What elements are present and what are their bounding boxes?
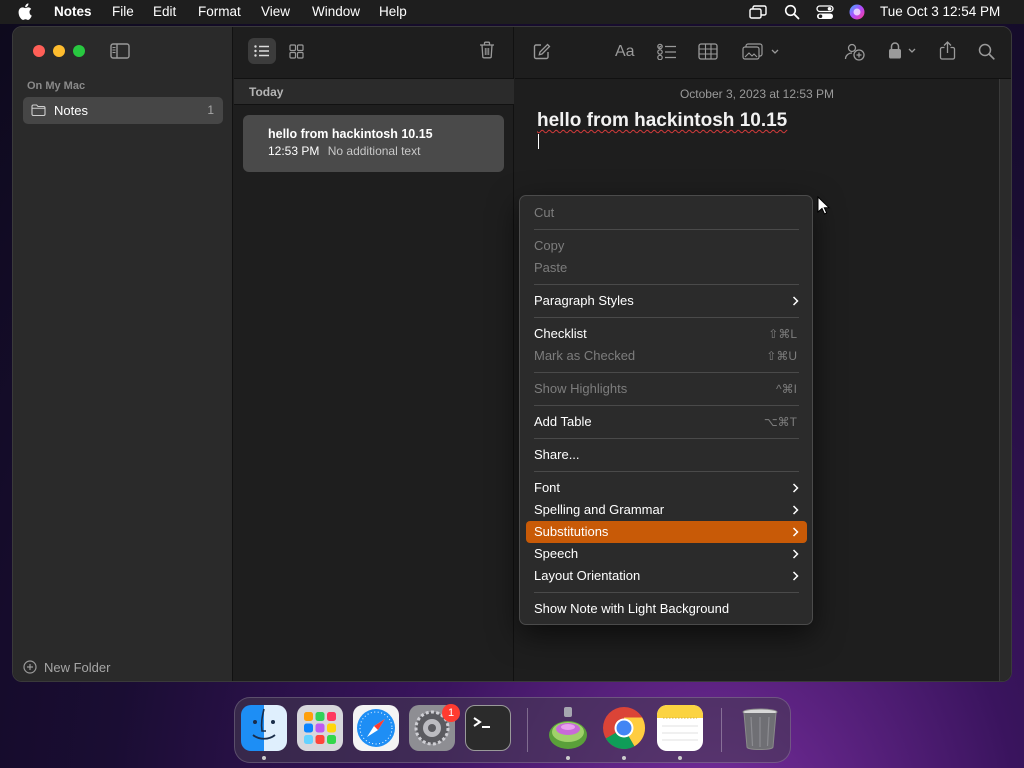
mouse-pointer-icon: [817, 196, 831, 216]
list-view-button[interactable]: [248, 38, 276, 64]
running-indicator: [622, 756, 626, 760]
dock-divider: [527, 708, 528, 752]
menu-item-add-table[interactable]: Add Table ⌥⌘T: [526, 411, 807, 433]
plus-circle-icon: [23, 660, 37, 674]
chevron-right-icon: [792, 477, 799, 499]
menu-item-light-background[interactable]: Show Note with Light Background: [526, 598, 807, 620]
search-icon[interactable]: [978, 43, 995, 60]
safari-icon[interactable]: [353, 705, 399, 751]
menu-bar: Notes File Edit Format View Window Help …: [0, 0, 1024, 24]
menu-format[interactable]: Format: [198, 4, 241, 20]
control-center-icon[interactable]: [816, 5, 834, 20]
menu-item-substitutions[interactable]: Substitutions: [526, 521, 807, 543]
collaborate-icon[interactable]: [844, 42, 866, 61]
menu-item-share[interactable]: Share...: [526, 444, 807, 466]
menu-view[interactable]: View: [261, 4, 290, 20]
editor-scrollbar[interactable]: [999, 79, 1011, 681]
menu-item-copy[interactable]: Copy: [526, 235, 807, 257]
checklist-icon[interactable]: [657, 43, 677, 60]
disk-utility-icon[interactable]: [545, 705, 591, 751]
launchpad-icon[interactable]: [297, 705, 343, 751]
format-text-icon[interactable]: Aa: [615, 43, 635, 61]
chrome-icon[interactable]: [601, 705, 647, 751]
note-group-label: Today: [249, 85, 284, 99]
notes-window: On My Mac Notes 1 New Folder Today hello…: [12, 26, 1012, 682]
sidebar-toggle-icon[interactable]: [110, 43, 130, 59]
table-icon[interactable]: [698, 43, 718, 60]
menu-app-name[interactable]: Notes: [54, 4, 92, 20]
menu-item-mark-as-checked[interactable]: Mark as Checked ⇧⌘U: [526, 345, 807, 367]
media-insert-icon[interactable]: [742, 43, 782, 60]
context-menu: Cut Copy Paste Paragraph Styles Checklis…: [519, 195, 813, 625]
menu-item-cut[interactable]: Cut: [526, 202, 807, 224]
sidebar-item-notes[interactable]: Notes 1: [23, 97, 223, 124]
siri-icon[interactable]: [849, 4, 865, 20]
shortcut-label: ⇧⌘L: [768, 327, 797, 341]
screen-mirroring-icon[interactable]: [749, 5, 767, 19]
minimize-button[interactable]: [53, 45, 65, 57]
menu-item-layout-orientation[interactable]: Layout Orientation: [526, 565, 807, 587]
folder-note-count: 1: [207, 103, 214, 117]
menu-item-paragraph-styles[interactable]: Paragraph Styles: [526, 290, 807, 312]
apple-menu-icon[interactable]: [18, 3, 32, 20]
finder-icon[interactable]: [241, 705, 287, 751]
lock-note-icon[interactable]: [887, 41, 921, 60]
note-item-time: 12:53 PM: [268, 144, 320, 158]
folder-icon: [31, 104, 46, 116]
dock: 1: [234, 697, 791, 763]
text-cursor: [538, 134, 539, 149]
chevron-right-icon: [792, 521, 799, 543]
running-indicator: [566, 756, 570, 760]
new-folder-button[interactable]: New Folder: [23, 657, 110, 677]
note-list-item[interactable]: hello from hackintosh 10.15 12:53 PM No …: [243, 115, 504, 172]
menu-item-paste[interactable]: Paste: [526, 257, 807, 279]
chevron-right-icon: [792, 565, 799, 587]
running-indicator: [262, 756, 266, 760]
sidebar-item-label: Notes: [54, 103, 88, 118]
note-list-pane: Today hello from hackintosh 10.15 12:53 …: [234, 27, 514, 681]
menu-help[interactable]: Help: [379, 4, 407, 20]
compose-note-icon[interactable]: [533, 43, 551, 60]
menu-window[interactable]: Window: [312, 4, 360, 20]
menu-item-spelling-grammar[interactable]: Spelling and Grammar: [526, 499, 807, 521]
menu-item-speech[interactable]: Speech: [526, 543, 807, 565]
chevron-right-icon: [792, 499, 799, 521]
note-item-meta: 12:53 PM No additional text: [268, 144, 420, 158]
note-title-text[interactable]: hello from hackintosh 10.15: [537, 110, 787, 132]
running-indicator: [678, 756, 682, 760]
chevron-right-icon: [792, 543, 799, 565]
trash-icon[interactable]: [737, 705, 783, 751]
notification-badge: 1: [442, 704, 460, 722]
chevron-right-icon: [792, 290, 799, 312]
share-icon[interactable]: [939, 41, 956, 60]
note-item-preview: No additional text: [327, 144, 421, 158]
zoom-button[interactable]: [73, 45, 85, 57]
shortcut-label: ⇧⌘U: [766, 349, 797, 363]
close-button[interactable]: [33, 45, 45, 57]
trash-delete-icon[interactable]: [479, 41, 495, 59]
note-group-header: Today: [234, 79, 514, 105]
menu-item-checklist[interactable]: Checklist ⇧⌘L: [526, 323, 807, 345]
dock-divider: [721, 708, 722, 752]
folder-sidebar: On My Mac Notes 1 New Folder: [13, 27, 233, 681]
new-folder-label: New Folder: [44, 659, 111, 675]
note-item-title: hello from hackintosh 10.15: [268, 127, 433, 141]
notes-app-icon[interactable]: [657, 705, 703, 751]
menu-edit[interactable]: Edit: [153, 4, 176, 20]
menu-item-show-highlights[interactable]: Show Highlights ^⌘I: [526, 378, 807, 400]
sidebar-section-label: On My Mac: [27, 80, 86, 92]
shortcut-label: ^⌘I: [776, 382, 797, 396]
spotlight-search-icon[interactable]: [784, 4, 800, 20]
menu-item-font[interactable]: Font: [526, 477, 807, 499]
terminal-icon[interactable]: [465, 705, 511, 751]
gallery-view-icon[interactable]: [289, 44, 304, 59]
menubar-clock[interactable]: Tue Oct 3 12:54 PM: [880, 4, 1000, 20]
note-date: October 3, 2023 at 12:53 PM: [679, 87, 835, 101]
menu-file[interactable]: File: [112, 4, 134, 20]
list-view-icon: [254, 45, 270, 57]
shortcut-label: ⌥⌘T: [763, 415, 797, 429]
